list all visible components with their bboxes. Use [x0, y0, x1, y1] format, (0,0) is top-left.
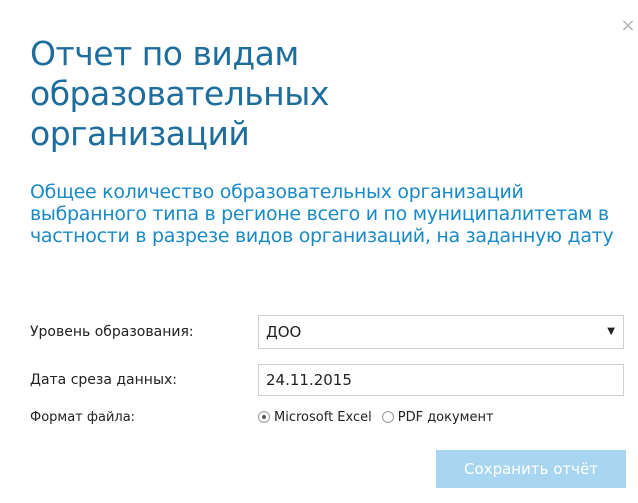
date-input[interactable]	[258, 364, 624, 396]
file-format-radio-group: Microsoft Excel PDF документ	[258, 410, 504, 425]
file-format-label: Формат файла:	[30, 409, 136, 425]
date-label: Дата среза данных:	[30, 372, 177, 388]
date-row: Дата среза данных:	[30, 364, 626, 396]
radio-pdf[interactable]	[381, 411, 394, 423]
save-report-button[interactable]: Сохранить отчёт	[436, 450, 626, 488]
education-level-label: Уровень образования:	[30, 324, 194, 340]
dialog-description: Общее количество образовательных организ…	[30, 181, 614, 247]
file-format-row: Формат файла: Microsoft Excel PDF докуме…	[30, 406, 626, 428]
format-option-pdf[interactable]: PDF документ	[381, 409, 494, 425]
format-option-excel-label: Microsoft Excel	[274, 409, 372, 425]
close-icon[interactable]: ×	[620, 16, 636, 36]
education-level-row: Уровень образования: ДОО ▼	[30, 315, 626, 349]
education-level-value: ДОО	[266, 323, 302, 341]
report-dialog: × Отчет по видам образовательных организ…	[0, 0, 638, 503]
radio-excel[interactable]	[258, 411, 270, 423]
education-level-select[interactable]: ДОО ▼	[258, 315, 624, 349]
caret-down-icon: ▼	[607, 326, 615, 337]
dialog-title: Отчет по видам образовательных организац…	[30, 34, 329, 153]
format-option-pdf-label: PDF документ	[397, 409, 494, 425]
format-option-excel[interactable]: Microsoft Excel	[258, 410, 372, 425]
